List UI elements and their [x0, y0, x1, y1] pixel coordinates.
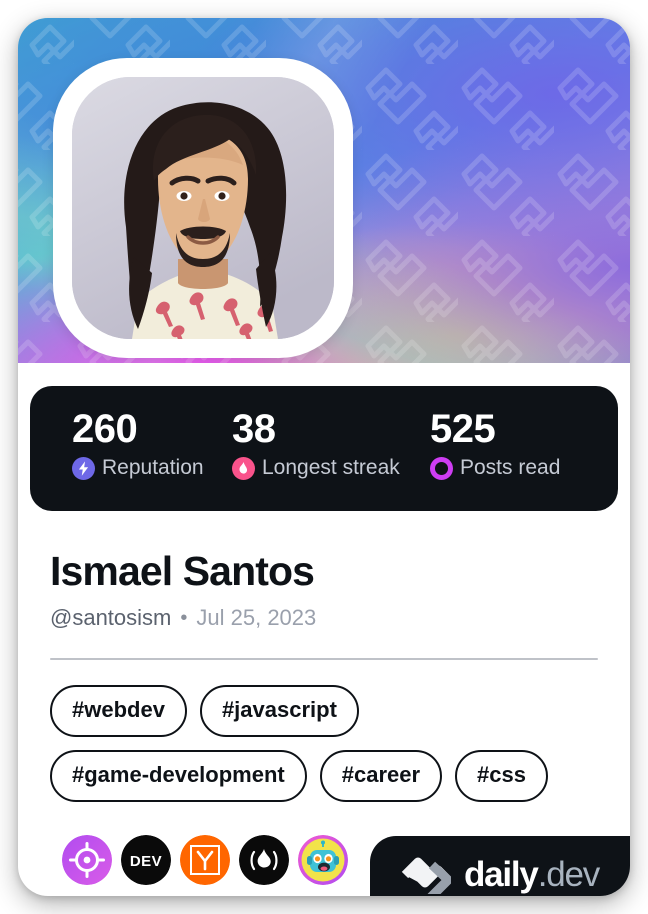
- dev-badge-icon[interactable]: DEV: [121, 835, 171, 885]
- profile-subline: @santosism • Jul 25, 2023: [50, 605, 630, 631]
- stat-label: Posts read: [460, 456, 561, 479]
- stat-label: Reputation: [102, 456, 204, 479]
- stat-posts-read: 525 Posts read: [422, 386, 618, 511]
- tag-list: #webdev #javascript #game-development #c…: [50, 685, 606, 802]
- separator-dot: •: [180, 607, 188, 629]
- daily-dev-wordmark: daily.dev: [463, 855, 601, 894]
- stat-value: 38: [232, 407, 276, 451]
- devcard: 260 Reputation 38 Longest streak 525 Pos…: [18, 18, 630, 896]
- card-body: Ismael Santos @santosism • Jul 25, 2023 …: [18, 511, 630, 802]
- brand-primary: daily: [463, 855, 539, 894]
- daily-dev-logo-icon: [401, 857, 451, 894]
- stat-label: Longest streak: [262, 456, 400, 479]
- joined-date: Jul 25, 2023: [196, 605, 317, 630]
- stat-value: 525: [430, 407, 496, 451]
- robot-badge-icon[interactable]: [298, 835, 348, 885]
- flame-icon: [232, 456, 255, 480]
- profile-name: Ismael Santos: [50, 548, 315, 594]
- ycombinator-badge-icon[interactable]: [180, 835, 230, 885]
- flame-badge-icon[interactable]: [239, 835, 289, 885]
- stat-longest-streak: 38 Longest streak: [216, 386, 422, 511]
- tag-item[interactable]: #javascript: [199, 685, 359, 737]
- tag-item[interactable]: #career: [319, 750, 443, 802]
- avatar-frame: [53, 58, 353, 358]
- tag-item[interactable]: #css: [455, 750, 548, 802]
- card-header: [18, 18, 630, 363]
- tag-item[interactable]: #game-development: [50, 750, 307, 802]
- profile-handle: @santosism: [50, 605, 172, 630]
- daily-dev-footer: daily.dev: [370, 836, 630, 896]
- ring-icon: [430, 456, 453, 480]
- svg-text:DEV: DEV: [130, 853, 162, 870]
- tag-item[interactable]: #webdev: [50, 685, 187, 737]
- brand-secondary: .dev: [537, 855, 601, 894]
- stat-reputation: 260 Reputation: [30, 386, 216, 511]
- target-badge-icon[interactable]: [62, 835, 112, 885]
- avatar: [72, 77, 334, 339]
- stats-bar: 260 Reputation 38 Longest streak 525 Pos…: [30, 386, 618, 511]
- divider: [50, 658, 598, 660]
- stat-value: 260: [72, 407, 138, 451]
- bolt-icon: [72, 456, 95, 480]
- badge-list: DEV: [62, 835, 348, 885]
